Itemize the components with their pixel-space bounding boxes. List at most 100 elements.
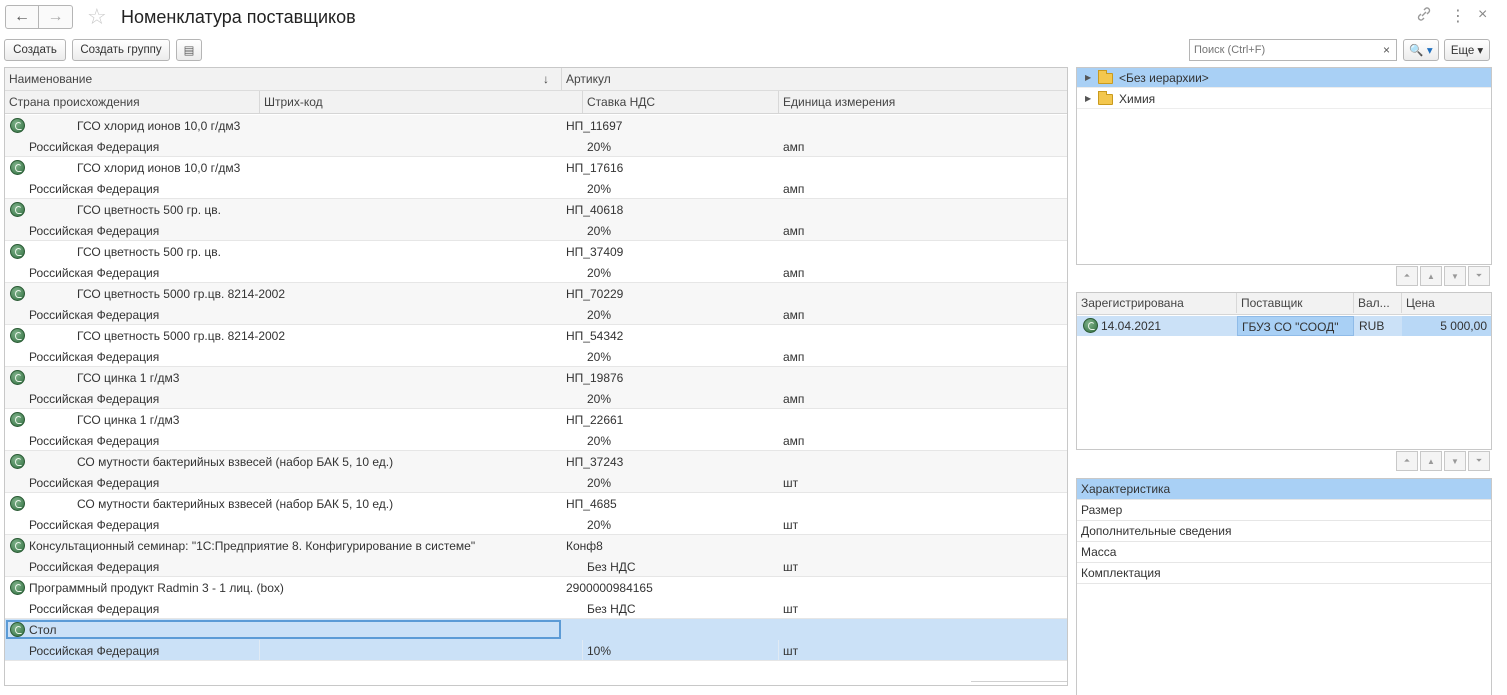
row-article: НП_11697 — [566, 119, 623, 133]
row-name: Стол — [29, 623, 57, 637]
row-article: НП_19876 — [566, 371, 624, 385]
col-header-currency[interactable]: Вал... — [1354, 293, 1402, 313]
table-row[interactable]: ГСО цветность 5000 гр.цв. 8214-2002 НП_54… — [5, 325, 1067, 367]
item-icon — [10, 202, 25, 217]
hierarchy-tree[interactable]: ▶ <Без иерархии> ▶ Химия — [1076, 67, 1492, 265]
item-icon — [10, 454, 25, 469]
row-article: НП_37243 — [566, 455, 624, 469]
item-icon — [10, 538, 25, 553]
tree-item[interactable]: ▶ Химия — [1077, 89, 1491, 109]
table-row[interactable]: Программный продукт Radmin 3 - 1 лиц. (b… — [5, 577, 1067, 619]
last-icon[interactable]: ⏷ — [1468, 451, 1490, 471]
table-row[interactable]: ГСО хлорид ионов 10,0 г/дм3 НП_17616 Росси… — [5, 157, 1067, 199]
price-row[interactable]: 14.04.2021 ГБУЗ СО "СООД" RUB 5 000,00 — [1077, 316, 1491, 336]
page-title: Номенклатура поставщиков — [121, 7, 356, 27]
row-name: ГСО цветность 500 гр. цв. — [77, 245, 221, 259]
row-article: НП_4685 — [566, 497, 617, 511]
row-article: НП_37409 — [566, 245, 624, 259]
table-row[interactable]: СО мутности бактерийных взвесей (набор Б… — [5, 493, 1067, 535]
row-country: Российская Федерация — [29, 266, 160, 280]
col-header-registered[interactable]: Зарегистрирована — [1077, 293, 1237, 313]
down-icon[interactable]: ▼ — [1444, 266, 1466, 286]
col-header-country[interactable]: Страна происхождения — [5, 91, 260, 113]
up-icon[interactable]: ▲ — [1420, 266, 1442, 286]
row-vat: 20% — [587, 266, 612, 280]
table-row[interactable]: Консультационный семинар: "1С:Предприяти… — [5, 535, 1067, 577]
col-header-name[interactable]: Наименование ↓ — [5, 68, 562, 90]
table-row[interactable]: ГСО цветность 5000 гр.цв. 8214-2002 НП_70… — [5, 283, 1067, 325]
characteristics-table[interactable]: Характеристика Размер Дополнительные свед… — [1076, 478, 1492, 695]
item-icon — [10, 622, 25, 637]
row-country: Российская Федерация — [29, 140, 160, 154]
row-vat: 20% — [587, 434, 612, 448]
favorite-star-icon[interactable]: ☆ — [87, 4, 107, 30]
col-header-article[interactable]: Артикул — [562, 68, 1067, 90]
row-country: Российская Федерация — [29, 476, 160, 490]
expand-arrow-icon[interactable]: ▶ — [1085, 89, 1091, 109]
row-vat: 20% — [587, 350, 612, 364]
characteristic-item[interactable]: Дополнительные сведения — [1077, 521, 1491, 542]
nomenclature-table[interactable]: Наименование ↓ Артикул Страна происхожде… — [4, 67, 1068, 686]
row-vat: 20% — [587, 308, 612, 322]
first-icon[interactable]: ⏶ — [1396, 451, 1418, 471]
characteristic-item[interactable]: Масса — [1077, 542, 1491, 563]
col-header-unit[interactable]: Единица измерения — [779, 91, 1067, 113]
link-icon[interactable] — [1416, 6, 1432, 27]
col-header-supplier[interactable]: Поставщик — [1237, 293, 1354, 313]
tree-item[interactable]: ▶ <Без иерархии> — [1077, 68, 1491, 88]
up-icon[interactable]: ▲ — [1420, 451, 1442, 471]
table-row[interactable]: СО мутности бактерийных взвесей (набор Б… — [5, 451, 1067, 493]
characteristic-item[interactable]: Размер — [1077, 500, 1491, 521]
row-article: НП_54342 — [566, 329, 624, 343]
create-group-button[interactable]: Создать группу — [72, 39, 170, 61]
row-name: Консультационный семинар: "1С:Предприяти… — [29, 539, 476, 553]
more-menu-icon[interactable]: ⋮ — [1450, 6, 1466, 26]
table-header: Наименование ↓ Артикул Страна происхожде… — [5, 68, 1067, 114]
row-vat: 20% — [587, 392, 612, 406]
row-unit: амп — [783, 350, 805, 364]
characteristic-item[interactable]: Комплектация — [1077, 563, 1491, 584]
row-name: ГСО цветность 5000 гр.цв. 8214-2002 — [77, 287, 286, 301]
item-icon — [10, 580, 25, 595]
list-view-button[interactable]: ▤ — [176, 39, 202, 61]
table-row[interactable]: ГСО цветность 500 гр. цв. НП_37409 Российс… — [5, 241, 1067, 283]
row-country: Российская Федерация — [29, 644, 160, 658]
row-article: НП_70229 — [566, 287, 624, 301]
clear-search-icon[interactable]: × — [1383, 43, 1390, 57]
first-icon[interactable]: ⏶ — [1396, 266, 1418, 286]
search-button[interactable]: 🔍 ▾ — [1403, 39, 1439, 61]
prices-nav-buttons: ⏶ ▲ ▼ ⏷ — [1396, 451, 1490, 471]
row-country: Российская Федерация — [29, 308, 160, 322]
row-article: НП_22661 — [566, 413, 624, 427]
search-input[interactable] — [1190, 40, 1374, 60]
search-box[interactable]: × — [1189, 39, 1397, 61]
more-button[interactable]: Еще ▾ — [1444, 39, 1490, 61]
prices-table[interactable]: Зарегистрирована Поставщик Вал... Цена 1… — [1076, 292, 1492, 450]
col-header-price[interactable]: Цена — [1402, 293, 1491, 313]
table-row[interactable]: ГСО хлорид ионов 10,0 г/дм3 НП_11697 Росси… — [5, 115, 1067, 157]
table-row[interactable]: ГСО цветность 500 гр. цв. НП_40618 Российс… — [5, 199, 1067, 241]
table-row[interactable]: ГСО цинка 1 г/дм3 НП_19876 Российская Феде… — [5, 367, 1067, 409]
row-unit: амп — [783, 266, 805, 280]
characteristics-header[interactable]: Характеристика — [1077, 479, 1491, 500]
row-country: Российская Федерация — [29, 518, 160, 532]
price-registered: 14.04.2021 — [1101, 319, 1162, 333]
col-header-vat[interactable]: Ставка НДС — [583, 91, 779, 113]
row-vat: 10% — [587, 644, 612, 658]
forward-button[interactable]: → — [39, 5, 73, 29]
row-article: НП_40618 — [566, 203, 624, 217]
row-vat: 20% — [587, 224, 612, 238]
back-button[interactable]: ← — [5, 5, 39, 29]
down-icon[interactable]: ▼ — [1444, 451, 1466, 471]
table-row[interactable]: Стол Российская Федерация 10% шт — [5, 619, 1067, 661]
create-button[interactable]: Создать — [4, 39, 66, 61]
row-vat: 20% — [587, 518, 612, 532]
last-icon[interactable]: ⏷ — [1468, 266, 1490, 286]
col-header-barcode[interactable]: Штрих-код — [260, 91, 583, 113]
row-vat: 20% — [587, 140, 612, 154]
expand-arrow-icon[interactable]: ▶ — [1085, 68, 1091, 88]
table-row[interactable]: ГСО цинка 1 г/дм3 НП_22661 Российская Феде… — [5, 409, 1067, 451]
item-icon — [10, 370, 25, 385]
item-icon — [10, 160, 25, 175]
close-icon[interactable]: × — [1478, 6, 1487, 24]
